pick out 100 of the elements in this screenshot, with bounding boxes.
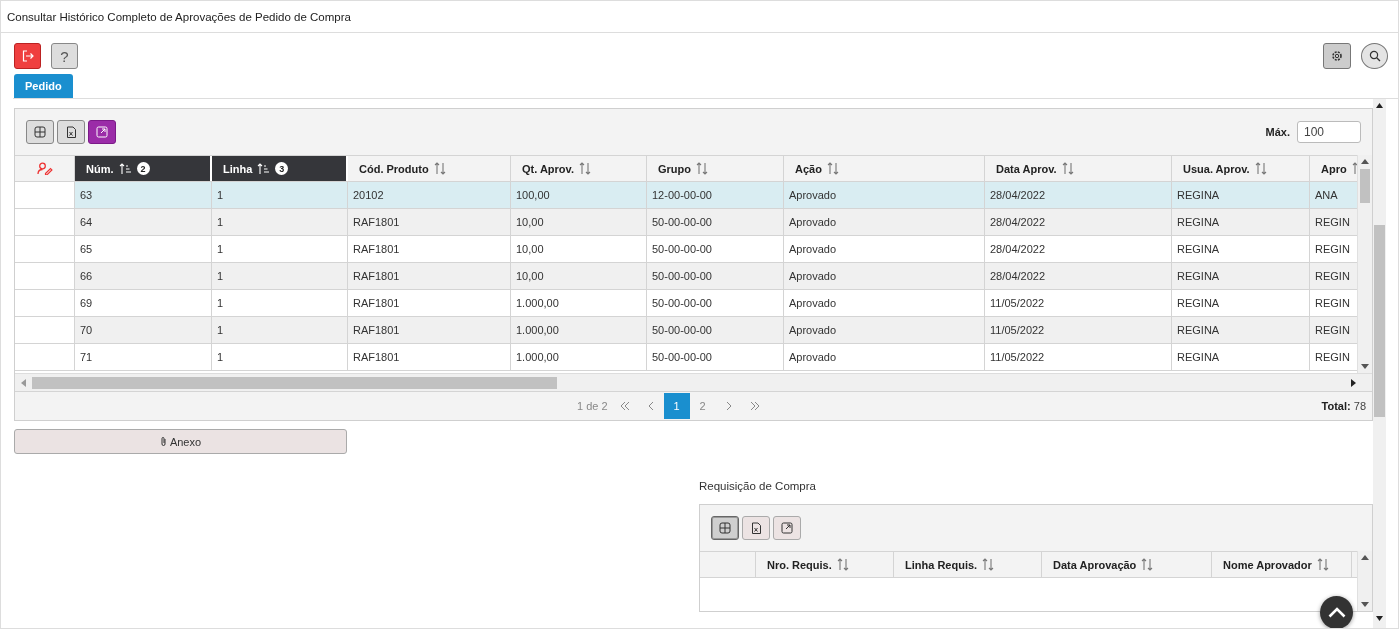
table-cell: 11/05/2022: [985, 344, 1172, 370]
window-title: Consultar Histórico Completo de Aprovações de Pedido de Compra: [7, 10, 351, 23]
sort-icon[interactable]: [578, 162, 591, 175]
scroll-up-arrow-icon[interactable]: [1361, 555, 1369, 560]
export-excel-button[interactable]: [742, 516, 770, 540]
table-cell: 1.000,00: [511, 317, 647, 343]
spreadsheet-file-icon: [750, 521, 762, 535]
table-cell: Aprovado: [784, 209, 985, 235]
table-cell: 50-00-00-00: [647, 236, 784, 262]
column-header[interactable]: Nro. Requis.: [756, 552, 894, 577]
sort-order-badge: 3: [275, 162, 289, 175]
sort-icon[interactable]: [1061, 162, 1074, 175]
sort-icon[interactable]: [836, 558, 849, 571]
settings-button[interactable]: [1323, 43, 1351, 69]
paperclip-icon: [159, 436, 167, 447]
table-cell: 100,00: [511, 182, 647, 208]
sort-icon[interactable]: [433, 162, 446, 175]
table-cell: 1: [212, 209, 348, 235]
table-cell: 28/04/2022: [985, 209, 1172, 235]
column-header[interactable]: Núm. 2: [75, 156, 212, 181]
table-cell: REGINA: [1172, 236, 1310, 262]
column-header[interactable]: Nome Aprovador: [1212, 552, 1352, 577]
column-header[interactable]: Data Aprov.: [985, 156, 1172, 181]
table-cell: RAF1801: [348, 344, 511, 370]
column-header[interactable]: Grupo: [647, 156, 784, 181]
page-button[interactable]: 1: [663, 393, 690, 419]
tab[interactable]: Pedido: [14, 74, 73, 98]
table-cell: 1: [212, 182, 348, 208]
table-row[interactable]: 71 1 RAF1801 1.000,00 50-00-00-00 Aprovado 11/05/2022 REGINA REGIN: [15, 344, 1357, 371]
table-cell: RAF1801: [348, 236, 511, 262]
scroll-right-arrow-icon[interactable]: [1351, 378, 1356, 387]
search-icon: [1368, 50, 1381, 62]
table-cell: Aprovado: [784, 290, 985, 316]
attachment-button[interactable]: Anexo: [14, 429, 347, 454]
sort-icon[interactable]: [826, 162, 839, 175]
column-header[interactable]: Cód. Produto: [348, 156, 511, 181]
expand-button[interactable]: [88, 120, 116, 144]
sort-icon[interactable]: [696, 162, 708, 175]
columns-button[interactable]: [711, 516, 739, 540]
table-cell: REGINA: [1172, 290, 1310, 316]
user-edit-icon[interactable]: [36, 162, 53, 175]
table-row[interactable]: 63 1 20102 100,00 12-00-00-00 Aprovado 28/04/2022 REGINA ANA: [15, 182, 1357, 209]
first-page-icon[interactable]: [619, 402, 630, 410]
table-cell: 63: [75, 182, 212, 208]
table-cell: REGINA: [1172, 317, 1310, 343]
table-cell: 69: [75, 290, 212, 316]
table-cell: RAF1801: [348, 317, 511, 343]
table-cell: 1: [212, 317, 348, 343]
scroll-up-arrow-icon[interactable]: [1361, 159, 1369, 164]
column-header[interactable]: Data Aprovação: [1042, 552, 1212, 577]
max-rows-field[interactable]: 100: [1297, 121, 1361, 143]
table-row[interactable]: 66 1 RAF1801 10,00 50-00-00-00 Aprovado 28/04/2022 REGINA REGIN: [15, 263, 1357, 290]
table-cell: 65: [75, 236, 212, 262]
table-cell: 10,00: [511, 236, 647, 262]
scrollbar[interactable]: [32, 376, 557, 389]
table-row[interactable]: 64 1 RAF1801 10,00 50-00-00-00 Aprovado 28/04/2022 REGINA REGIN: [15, 209, 1357, 236]
column-header[interactable]: Linha Requis.: [894, 552, 1042, 577]
table-cell: Aprovado: [784, 317, 985, 343]
scroll-left-arrow-icon[interactable]: [21, 378, 26, 387]
sort-ascending-icon[interactable]: [118, 162, 132, 175]
table-cell: 28/04/2022: [985, 236, 1172, 262]
table-row[interactable]: 70 1 RAF1801 1.000,00 50-00-00-00 Aprovado 11/05/2022 REGINA REGIN: [15, 317, 1357, 344]
table-cell: 12-00-00-00: [647, 182, 784, 208]
table-row[interactable]: 69 1 RAF1801 1.000,00 50-00-00-00 Aprovado 11/05/2022 REGINA REGIN: [15, 290, 1357, 317]
column-header[interactable]: Linha 3: [212, 156, 348, 181]
scrollbar[interactable]: [1374, 225, 1385, 417]
table-cell: 1.000,00: [511, 344, 647, 370]
sort-icon[interactable]: [1141, 558, 1154, 571]
column-header[interactable]: Qt. Aprov.: [511, 156, 647, 181]
sort-icon[interactable]: [1316, 558, 1329, 571]
column-header[interactable]: Ação: [784, 156, 985, 181]
table-cell: 1: [212, 344, 348, 370]
table-cell: RAF1801: [348, 209, 511, 235]
table-cell: 10,00: [511, 209, 647, 235]
sort-icon[interactable]: [1254, 162, 1267, 175]
expand-icon: [781, 522, 793, 534]
search-button[interactable]: [1361, 43, 1388, 69]
scroll-down-arrow-icon[interactable]: [1361, 602, 1369, 607]
table-cell: 71: [75, 344, 212, 370]
sort-icon[interactable]: [982, 558, 995, 571]
scroll-down-arrow-icon[interactable]: [1361, 364, 1369, 369]
table-cell: Aprovado: [784, 236, 985, 262]
table-cell: Aprovado: [784, 182, 985, 208]
table-cell: 50-00-00-00: [647, 209, 784, 235]
last-page-icon[interactable]: [749, 402, 760, 410]
table-icon: [719, 522, 731, 534]
scroll-up-arrow-icon[interactable]: [1376, 103, 1383, 108]
exit-button[interactable]: [14, 43, 41, 69]
table-cell: REGINA: [1172, 182, 1310, 208]
columns-button[interactable]: [26, 120, 54, 144]
sort-ascending-icon[interactable]: [257, 162, 271, 175]
export-excel-button[interactable]: [57, 120, 85, 144]
column-header[interactable]: Usua. Aprov.: [1172, 156, 1310, 181]
max-label: Máx.: [1265, 126, 1290, 138]
table-icon: [34, 126, 46, 138]
table-row[interactable]: 65 1 RAF1801 10,00 50-00-00-00 Aprovado 28/04/2022 REGINA REGIN: [15, 236, 1357, 263]
table-cell: 66: [75, 263, 212, 289]
help-button[interactable]: ?: [51, 43, 78, 69]
scroll-down-arrow-icon[interactable]: [1376, 616, 1383, 621]
scrollbar[interactable]: [1360, 169, 1370, 203]
